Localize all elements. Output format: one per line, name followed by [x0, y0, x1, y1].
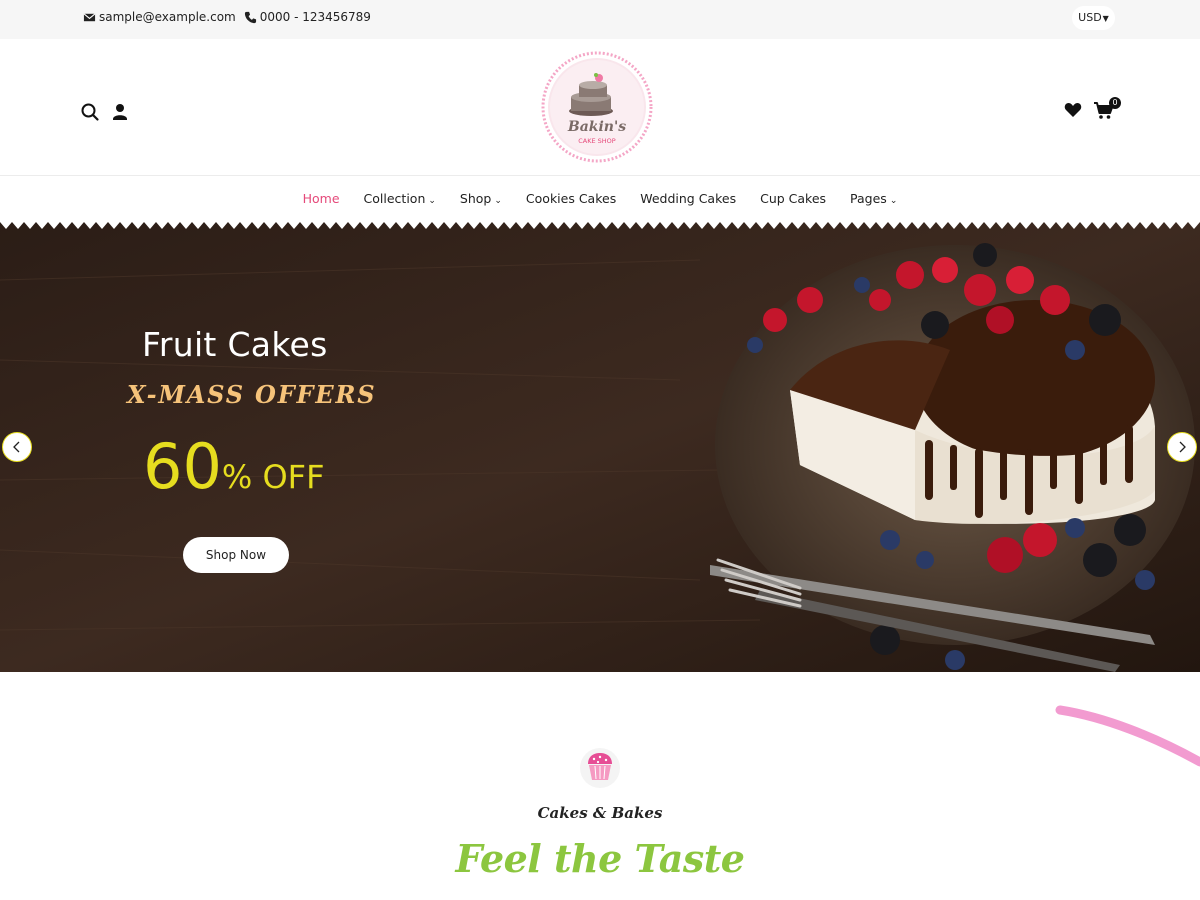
zigzag-edge — [0, 220, 1200, 229]
discount-suffix: % OFF — [221, 458, 325, 496]
hero-slider: Fruit Cakes X-MASS OFFERS 60% OFF Shop N… — [0, 220, 1200, 672]
nav-item-label: Cookies Cakes — [525, 190, 617, 206]
slider-prev-button[interactable] — [2, 432, 32, 462]
logo-subtext: CAKE SHOP — [578, 137, 616, 145]
contact-email[interactable]: sample@example.com — [99, 10, 236, 24]
logo-text: Bakin's — [567, 119, 626, 135]
section-subtitle: Cakes & Bakes — [537, 804, 663, 822]
heart-icon[interactable] — [1063, 100, 1083, 120]
top-bar: sample@example.com 0000 - 123456789 USD▼ — [0, 0, 1200, 39]
slide-title: Fruit Cakes — [142, 325, 328, 364]
slider-next-button[interactable] — [1167, 432, 1197, 462]
intro-section: Cakes & Bakes Feel the Taste — [0, 672, 1200, 900]
currency-value: USD — [1078, 11, 1102, 24]
nav-item-label: Home — [302, 190, 340, 206]
nav-item-label: Shop — [459, 190, 492, 206]
slide-offer: X-MASS OFFERS — [127, 380, 377, 409]
cupcake-icon — [580, 748, 620, 788]
decorative-swoosh — [1055, 705, 1200, 767]
nav-item-collection[interactable]: Collection ⌄ — [364, 191, 436, 206]
nav-item-pages[interactable]: Pages ⌄ — [850, 191, 897, 206]
contact-info: sample@example.com 0000 - 123456789 — [83, 10, 371, 24]
envelope-icon — [83, 12, 96, 21]
chevron-right-icon — [1179, 441, 1186, 453]
slide-discount: 60% OFF — [143, 430, 324, 503]
site-header: Bakin's CAKE SHOP 0 — [0, 39, 1200, 176]
nav-item-label: Collection — [363, 190, 426, 206]
user-icon[interactable] — [112, 102, 132, 122]
nav-item-label: Pages — [850, 190, 887, 206]
nav-item-cup-cakes[interactable]: Cup Cakes — [760, 191, 826, 206]
search-icon[interactable] — [80, 102, 100, 122]
contact-phone[interactable]: 0000 - 123456789 — [260, 10, 371, 24]
nav-item-wedding-cakes[interactable]: Wedding Cakes — [640, 191, 736, 206]
caret-down-icon: ▼ — [1102, 14, 1109, 23]
chevron-down-icon: ⌄ — [428, 195, 436, 206]
nav-item-label: Cup Cakes — [760, 190, 827, 206]
cart-count-badge: 0 — [1109, 97, 1121, 109]
phone-icon — [244, 11, 256, 23]
nav-item-label: Wedding Cakes — [640, 190, 737, 206]
currency-selector[interactable]: USD▼ — [1072, 6, 1115, 30]
site-logo[interactable]: Bakin's CAKE SHOP — [541, 51, 653, 163]
section-title: Feel the Taste — [455, 836, 745, 881]
chevron-down-icon: ⌄ — [494, 195, 502, 206]
nav-item-cookies-cakes[interactable]: Cookies Cakes — [526, 191, 616, 206]
main-navigation: Home Collection ⌄ Shop ⌄ Cookies Cakes Wed… — [0, 177, 1200, 219]
chevron-down-icon: ⌄ — [889, 195, 898, 206]
nav-item-shop[interactable]: Shop ⌄ — [460, 191, 502, 206]
cart-icon[interactable]: 0 — [1093, 97, 1121, 120]
nav-item-home[interactable]: Home — [303, 191, 340, 206]
shop-now-button[interactable]: Shop Now — [183, 537, 289, 573]
chevron-left-icon — [13, 441, 20, 453]
discount-value: 60 — [143, 430, 222, 503]
